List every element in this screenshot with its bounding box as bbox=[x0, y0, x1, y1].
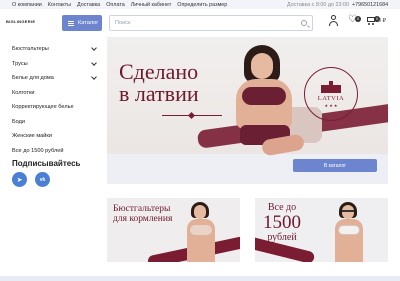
sidebar-item-shapewear[interactable]: Корректирующее белье bbox=[12, 100, 98, 115]
chevron-down-icon[interactable] bbox=[91, 74, 97, 81]
sidebar-item-tank-tops[interactable]: Женские майки bbox=[12, 129, 98, 144]
promo-model-image bbox=[187, 202, 215, 262]
category-sidebar: Бюстгальтеры Трусы Белье для дома Колгот… bbox=[12, 42, 98, 158]
sidebar-item-label: Корректирующее белье bbox=[12, 104, 74, 111]
hero-catalog-button[interactable]: В каталог bbox=[293, 159, 377, 172]
model-bra bbox=[190, 225, 212, 235]
sidebar-item-label: Колготки bbox=[12, 89, 35, 96]
promo-title: Все до 1500 рублей bbox=[263, 202, 301, 244]
castle-icon bbox=[318, 80, 344, 93]
delivery-hours: Доставка с 8:00 до 23:00 bbox=[287, 1, 349, 8]
sidebar-item-label: Женские майки bbox=[12, 133, 52, 140]
sidebar-item-label: Белье для дома bbox=[12, 75, 54, 82]
top-bar: О компании Контакты Доставка Оплата Личн… bbox=[0, 0, 400, 9]
sidebar-item-panties[interactable]: Трусы bbox=[12, 57, 98, 72]
promo-nursing-bras[interactable]: Бюстгальтеры для кормления bbox=[107, 198, 240, 262]
hero-divider bbox=[162, 115, 222, 116]
phone-number[interactable]: +79650121684 bbox=[352, 2, 388, 8]
glasses bbox=[342, 210, 354, 212]
search-placeholder: Поиск bbox=[115, 20, 131, 26]
promo-under-1500[interactable]: Все до 1500 рублей bbox=[255, 198, 388, 262]
user-icon-head bbox=[330, 15, 336, 20]
sidebar-item-tights[interactable]: Колготки bbox=[12, 86, 98, 101]
top-link-account[interactable]: Личный кабинет bbox=[131, 2, 172, 8]
cart-total[interactable]: 0 ₽ bbox=[378, 18, 386, 24]
latvia-badge: LATVIA ★ ★ ★ bbox=[304, 67, 358, 121]
hero-model-image bbox=[232, 45, 306, 157]
sidebar-item-label: Трусы bbox=[12, 60, 28, 67]
model-bra bbox=[242, 87, 286, 105]
site-logo[interactable]: BIGLINGERIE bbox=[6, 19, 35, 24]
user-icon-body bbox=[328, 20, 338, 26]
menu-icon bbox=[68, 20, 74, 26]
model-face bbox=[342, 205, 354, 219]
search-input[interactable]: Поиск bbox=[109, 15, 313, 31]
sidebar-item-bras[interactable]: Бюстгальтеры bbox=[12, 42, 98, 57]
search-icon[interactable] bbox=[301, 20, 307, 26]
catalog-button[interactable]: Каталог bbox=[62, 15, 102, 31]
top-link-delivery[interactable]: Доставка bbox=[77, 2, 100, 8]
favorites-count-badge: 0 bbox=[355, 16, 361, 22]
footer-strip bbox=[0, 276, 400, 281]
user-icon[interactable] bbox=[328, 15, 338, 26]
hero-title-line2: в латвии bbox=[119, 81, 199, 106]
model-face bbox=[194, 205, 206, 219]
sidebar-item-label: Бюстгальтеры bbox=[12, 46, 49, 53]
chevron-down-icon[interactable] bbox=[91, 45, 97, 52]
top-links: О компании Контакты Доставка Оплата Личн… bbox=[12, 2, 227, 8]
sidebar-item-homewear[interactable]: Белье для дома bbox=[12, 71, 98, 86]
promo-title-line3: рублей bbox=[267, 232, 297, 243]
hero-title: Сделано в латвии bbox=[119, 61, 199, 105]
promo-price: 1500 bbox=[263, 212, 301, 233]
cart-icon-wheel bbox=[372, 23, 374, 25]
telegram-icon[interactable]: ➤ bbox=[12, 172, 27, 187]
top-link-size[interactable]: Определить размер bbox=[177, 2, 227, 8]
promo-model-image bbox=[335, 202, 363, 262]
top-link-contacts[interactable]: Контакты bbox=[48, 2, 71, 8]
vk-icon[interactable]: vk bbox=[35, 172, 50, 187]
subscribe-heading: Подписывайтесь bbox=[12, 159, 81, 168]
sidebar-item-label: Все до 1500 рублей bbox=[12, 147, 64, 154]
header: BIGLINGERIE Каталог Поиск bbox=[0, 9, 400, 37]
sidebar-item-bodysuits[interactable]: Боди bbox=[12, 115, 98, 130]
sidebar-item-under-1500[interactable]: Все до 1500 рублей bbox=[12, 144, 98, 159]
promo-title-line1: Бюстгальтеры bbox=[113, 204, 171, 214]
hero-title-line1: Сделано bbox=[119, 59, 199, 84]
sidebar-item-label: Боди bbox=[12, 118, 26, 125]
model-face bbox=[251, 53, 273, 79]
hero-banner[interactable]: Сделано в латвии LATVIA ★ ★ ★ В каталог bbox=[107, 37, 388, 184]
catalog-button-label: Каталог bbox=[78, 20, 99, 26]
top-link-about[interactable]: О компании bbox=[12, 2, 42, 8]
latvia-badge-stars: ★ ★ ★ bbox=[324, 102, 338, 108]
top-link-payment[interactable]: Оплата bbox=[106, 2, 125, 8]
model-bra bbox=[338, 225, 360, 235]
latvia-badge-label: LATVIA bbox=[317, 94, 345, 102]
chevron-down-icon[interactable] bbox=[91, 59, 97, 66]
promo-title-line2: для кормления bbox=[113, 214, 173, 224]
cart-icon-wheel bbox=[368, 23, 370, 25]
promo-title: Бюстгальтеры для кормления bbox=[113, 204, 172, 224]
